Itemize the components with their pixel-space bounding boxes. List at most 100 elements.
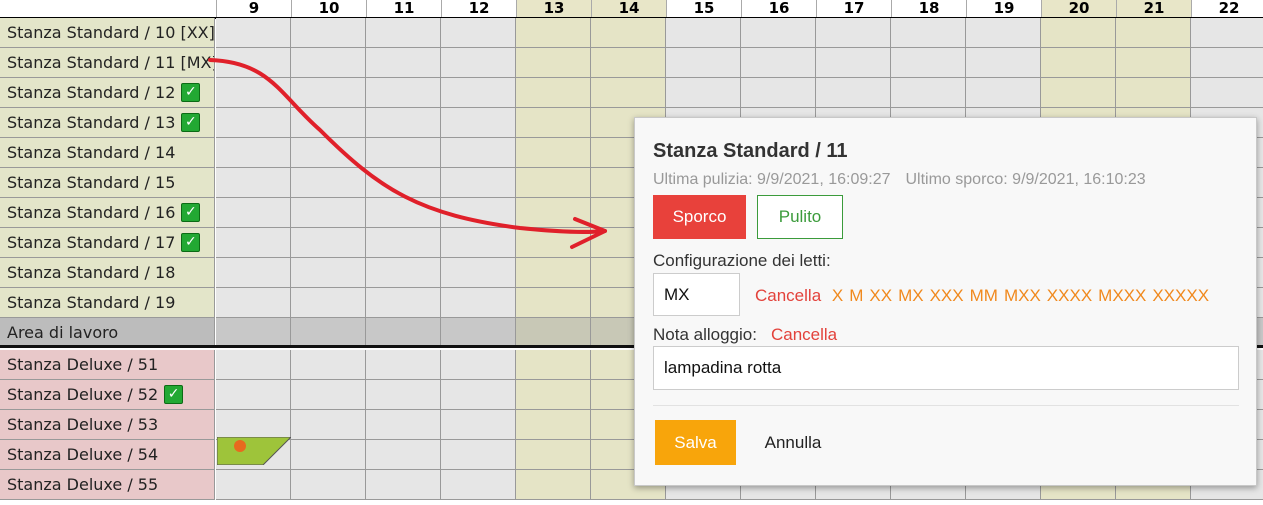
calendar-cell[interactable] xyxy=(816,48,891,78)
room-label[interactable]: Stanza Standard / 11 [MX] xyxy=(0,48,215,78)
room-label[interactable]: Area di lavoro xyxy=(0,318,215,348)
calendar-cell[interactable] xyxy=(1191,18,1263,48)
calendar-cell[interactable] xyxy=(216,228,291,258)
calendar-cell[interactable] xyxy=(441,288,516,318)
calendar-cell[interactable] xyxy=(666,48,741,78)
calendar-cell[interactable] xyxy=(366,78,441,108)
calendar-cell[interactable] xyxy=(291,48,366,78)
room-label[interactable]: Stanza Deluxe / 55 xyxy=(0,470,215,500)
calendar-cell[interactable] xyxy=(1116,48,1191,78)
calendar-cell[interactable] xyxy=(441,318,516,348)
calendar-cell[interactable] xyxy=(366,48,441,78)
calendar-cell[interactable] xyxy=(291,258,366,288)
calendar-cell[interactable] xyxy=(516,440,591,470)
bed-config-option[interactable]: MXX xyxy=(1004,286,1041,305)
calendar-cell[interactable] xyxy=(966,48,1041,78)
calendar-cell[interactable] xyxy=(366,198,441,228)
calendar-cell[interactable] xyxy=(516,228,591,258)
bed-config-input[interactable] xyxy=(653,273,740,316)
bed-config-option[interactable]: MXXX xyxy=(1098,286,1146,305)
sporco-button[interactable]: Sporco xyxy=(653,195,746,239)
calendar-cell[interactable] xyxy=(516,168,591,198)
calendar-cell[interactable] xyxy=(291,288,366,318)
room-label[interactable]: Stanza Deluxe / 52 ✓ xyxy=(0,380,215,410)
calendar-cell[interactable] xyxy=(216,48,291,78)
calendar-cell[interactable] xyxy=(291,470,366,500)
calendar-cell[interactable] xyxy=(516,380,591,410)
calendar-cell[interactable] xyxy=(441,410,516,440)
calendar-cell[interactable] xyxy=(966,18,1041,48)
calendar-cell[interactable] xyxy=(441,108,516,138)
room-label[interactable]: Stanza Standard / 15 xyxy=(0,168,215,198)
calendar-cell[interactable] xyxy=(891,18,966,48)
calendar-cell[interactable] xyxy=(816,78,891,108)
calendar-cell[interactable] xyxy=(216,198,291,228)
calendar-cell[interactable] xyxy=(216,138,291,168)
calendar-cell[interactable] xyxy=(441,258,516,288)
calendar-cell[interactable] xyxy=(291,350,366,380)
calendar-cell[interactable] xyxy=(666,18,741,48)
calendar-cell[interactable] xyxy=(1116,78,1191,108)
room-label[interactable]: Stanza Standard / 18 xyxy=(0,258,215,288)
calendar-cell[interactable] xyxy=(516,258,591,288)
booking-bar[interactable] xyxy=(217,437,291,465)
calendar-cell[interactable] xyxy=(216,350,291,380)
room-label[interactable]: Stanza Standard / 17 ✓ xyxy=(0,228,215,258)
calendar-cell[interactable] xyxy=(516,48,591,78)
calendar-cell[interactable] xyxy=(216,78,291,108)
calendar-cell[interactable] xyxy=(666,78,741,108)
calendar-cell[interactable] xyxy=(291,108,366,138)
bed-config-option[interactable]: XX xyxy=(869,286,892,305)
calendar-cell[interactable] xyxy=(441,228,516,258)
calendar-cell[interactable] xyxy=(516,138,591,168)
calendar-cell[interactable] xyxy=(591,78,666,108)
calendar-cell[interactable] xyxy=(891,78,966,108)
calendar-cell[interactable] xyxy=(1041,48,1116,78)
calendar-cell[interactable] xyxy=(291,138,366,168)
bed-config-option[interactable]: M xyxy=(849,286,863,305)
calendar-cell[interactable] xyxy=(366,410,441,440)
calendar-cell[interactable] xyxy=(291,440,366,470)
calendar-cell[interactable] xyxy=(216,108,291,138)
room-note-input[interactable] xyxy=(653,346,1239,390)
calendar-cell[interactable] xyxy=(216,470,291,500)
calendar-cell[interactable] xyxy=(216,168,291,198)
calendar-cell[interactable] xyxy=(516,78,591,108)
pulito-button[interactable]: Pulito xyxy=(757,195,843,239)
calendar-cell[interactable] xyxy=(441,350,516,380)
calendar-cell[interactable] xyxy=(741,48,816,78)
calendar-cell[interactable] xyxy=(216,18,291,48)
calendar-cell[interactable] xyxy=(591,18,666,48)
calendar-cell[interactable] xyxy=(366,470,441,500)
calendar-cell[interactable] xyxy=(291,78,366,108)
room-label[interactable]: Stanza Standard / 13 ✓ xyxy=(0,108,215,138)
bed-config-option[interactable]: XXXXX xyxy=(1152,286,1209,305)
calendar-cell[interactable] xyxy=(366,288,441,318)
calendar-cell[interactable] xyxy=(516,198,591,228)
calendar-cell[interactable] xyxy=(366,380,441,410)
bed-config-option[interactable]: MM xyxy=(970,286,998,305)
annulla-button[interactable]: Annulla xyxy=(753,420,833,465)
calendar-cell[interactable] xyxy=(366,318,441,348)
room-label[interactable]: Stanza Standard / 19 xyxy=(0,288,215,318)
calendar-cell[interactable] xyxy=(441,138,516,168)
calendar-cell[interactable] xyxy=(291,168,366,198)
calendar-cell[interactable] xyxy=(516,470,591,500)
calendar-cell[interactable] xyxy=(366,350,441,380)
calendar-cell[interactable] xyxy=(741,78,816,108)
calendar-cell[interactable] xyxy=(441,18,516,48)
calendar-cell[interactable] xyxy=(216,288,291,318)
room-label[interactable]: Stanza Standard / 12 ✓ xyxy=(0,78,215,108)
calendar-cell[interactable] xyxy=(366,18,441,48)
calendar-cell[interactable] xyxy=(366,228,441,258)
calendar-cell[interactable] xyxy=(591,48,666,78)
bed-config-option[interactable]: X xyxy=(832,286,843,305)
calendar-cell[interactable] xyxy=(516,108,591,138)
calendar-cell[interactable] xyxy=(1116,18,1191,48)
calendar-cell[interactable] xyxy=(216,410,291,440)
calendar-cell[interactable] xyxy=(516,318,591,348)
calendar-cell[interactable] xyxy=(816,18,891,48)
salva-button[interactable]: Salva xyxy=(655,420,736,465)
calendar-cell[interactable] xyxy=(441,380,516,410)
calendar-cell[interactable] xyxy=(966,78,1041,108)
